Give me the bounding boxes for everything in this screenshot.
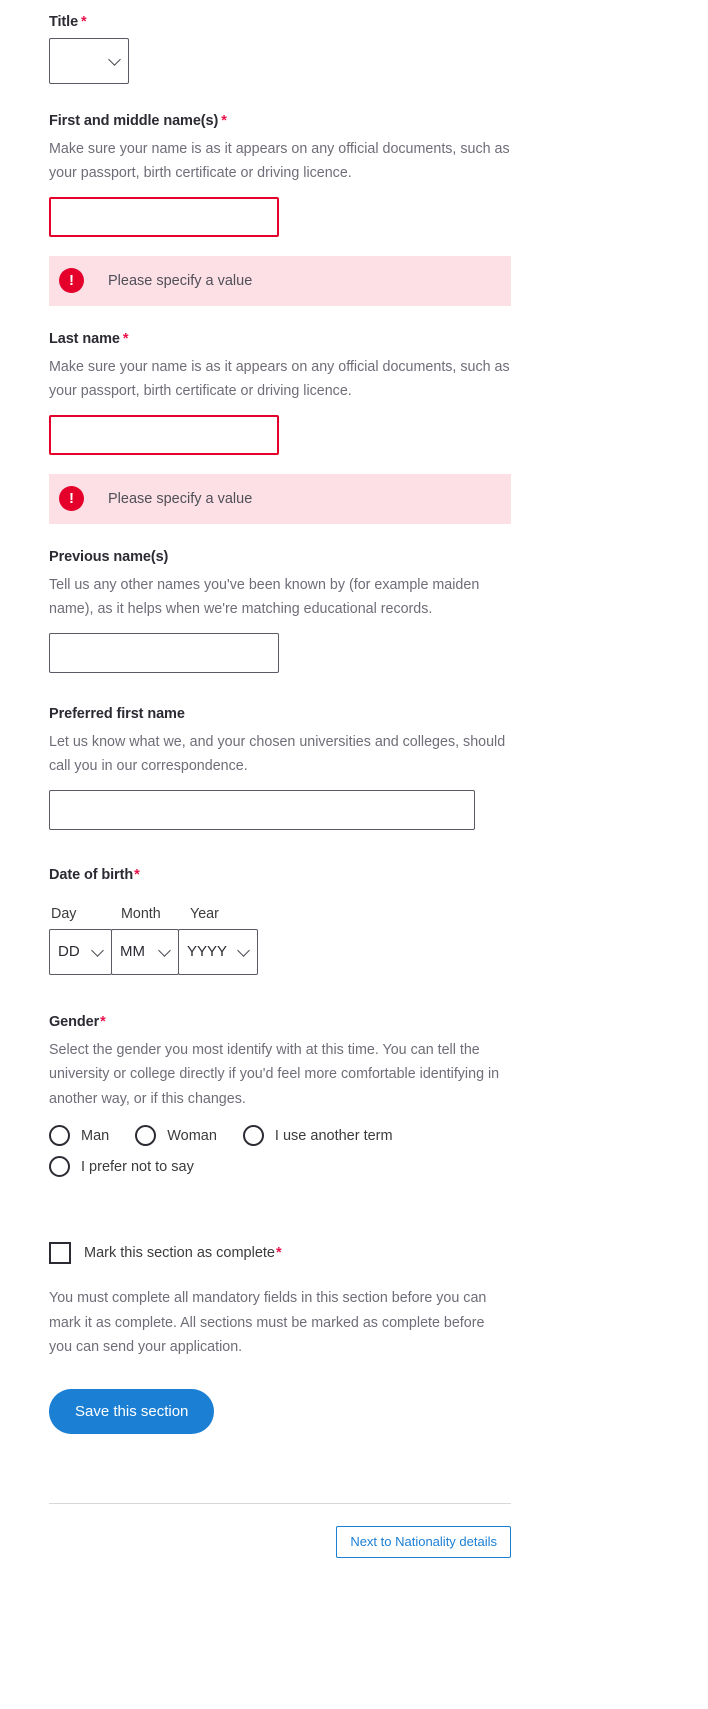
error-exclamation-icon: ! (59, 486, 84, 512)
mark-complete-label: Mark this section as complete* (84, 1245, 282, 1261)
form-container: Title * First and middle name(s) * Make su… (0, 0, 708, 1558)
label-date-of-birth: Date of birth* (49, 866, 659, 885)
gender-radio-row-1: Man Woman I use another term (49, 1125, 659, 1147)
label-first-name-text: First and middle name(s) (49, 112, 219, 129)
previous-names-input[interactable] (49, 632, 279, 673)
gender-radio-row-2: I prefer not to say (49, 1156, 659, 1178)
gender-option-another-term[interactable]: I use another term (242, 1125, 393, 1147)
first-name-input[interactable] (49, 196, 279, 237)
mark-complete-label-text: Mark this section as complete (84, 1245, 275, 1262)
error-message-last-name: Please specify a value (108, 490, 253, 507)
gender-option-man[interactable]: Man (49, 1125, 110, 1147)
footer-navigation: Next to Nationality details (49, 1526, 511, 1558)
dob-year-select-shell[interactable]: YYYY (178, 928, 258, 975)
dob-day-label: Day (51, 905, 77, 922)
label-previous-names-text: Previous name(s) (49, 548, 169, 565)
footer-divider (49, 1503, 511, 1504)
required-asterisk: * (221, 112, 227, 129)
radio-circle-icon[interactable] (135, 1125, 157, 1147)
required-asterisk: * (122, 330, 129, 347)
title-select-shell[interactable] (49, 37, 129, 84)
label-last-name: Last name * (49, 330, 659, 349)
field-date-of-birth: Date of birth* Day DD Month MM Year YYYY (49, 866, 659, 975)
dob-month-select[interactable]: MM (111, 928, 179, 975)
field-first-name: First and middle name(s) * Make sure your… (49, 112, 659, 306)
dob-year-group: Year YYYY (178, 905, 258, 975)
mark-complete-note: You must complete all mandatory fields i… (49, 1290, 487, 1356)
dob-year-label: Year (190, 905, 219, 922)
hint-last-name: Make sure your name is as it appears on … (49, 358, 510, 400)
dob-day-select[interactable]: DD (49, 928, 112, 975)
field-previous-names: Previous name(s) Tell us any other names… (49, 548, 659, 673)
mark-complete-checkbox-row[interactable]: Mark this section as complete* (49, 1242, 659, 1265)
label-gender-text: Gender (49, 1013, 100, 1030)
hint-gender: Select the gender you most identify with… (49, 1041, 500, 1107)
required-asterisk: * (81, 14, 87, 30)
label-date-of-birth-text: Date of birth (49, 866, 134, 883)
label-last-name-text: Last name (49, 330, 120, 347)
gender-radio-group: Man Woman I use another term I prefer no… (49, 1125, 659, 1178)
date-of-birth-row: Day DD Month MM Year YYYY (49, 906, 659, 975)
dob-month-select-shell[interactable]: MM (111, 928, 179, 975)
gender-option-prefer-not-to-say-label: I prefer not to say (81, 1158, 194, 1175)
checkbox-icon[interactable] (49, 1242, 71, 1265)
error-message-first-name: Please specify a value (108, 272, 253, 289)
dob-day-select-shell[interactable]: DD (49, 928, 112, 975)
hint-preferred-first-name: Let us know what we, and your chosen uni… (49, 733, 506, 775)
required-asterisk: * (100, 1013, 106, 1030)
field-gender: Gender* Select the gender you most ident… (49, 1013, 659, 1178)
label-title-text: Title (49, 14, 79, 30)
required-asterisk: * (134, 866, 140, 883)
last-name-input[interactable] (49, 414, 279, 455)
dob-year-select[interactable]: YYYY (178, 928, 258, 975)
personal-details-form-page: Title * First and middle name(s) * Make su… (0, 0, 708, 1709)
label-previous-names: Previous name(s) (49, 548, 659, 567)
field-preferred-first-name: Preferred first name Let us know what we… (49, 705, 659, 830)
label-preferred-first-name-text: Preferred first name (49, 705, 185, 722)
field-mark-complete: Mark this section as complete* You must … (49, 1242, 659, 1360)
gender-option-prefer-not-to-say[interactable]: I prefer not to say (49, 1156, 194, 1178)
save-this-section-button[interactable]: Save this section (49, 1389, 215, 1434)
required-asterisk: * (276, 1245, 282, 1262)
title-select[interactable] (49, 37, 129, 84)
gender-option-woman[interactable]: Woman (135, 1125, 217, 1147)
field-last-name: Last name * Make sure your name is as it … (49, 330, 659, 524)
label-first-name: First and middle name(s) * (49, 112, 659, 131)
gender-option-man-label: Man (81, 1127, 110, 1144)
label-gender: Gender* (49, 1013, 659, 1032)
dob-month-group: Month MM (111, 905, 179, 975)
label-title: Title * (49, 13, 659, 32)
radio-circle-icon[interactable] (49, 1125, 70, 1147)
label-preferred-first-name: Preferred first name (49, 705, 659, 724)
radio-circle-icon[interactable] (242, 1125, 264, 1147)
gender-option-woman-label: Woman (167, 1127, 217, 1144)
dob-day-group: Day DD (49, 906, 112, 975)
error-banner-first-name: ! Please specify a value (49, 255, 511, 306)
next-to-nationality-details-button[interactable]: Next to Nationality details (336, 1526, 511, 1558)
gender-option-another-term-label: I use another term (274, 1127, 393, 1144)
error-banner-last-name: ! Please specify a value (49, 473, 511, 524)
hint-previous-names: Tell us any other names you've been know… (49, 576, 480, 618)
error-exclamation-icon: ! (59, 268, 84, 294)
dob-month-label: Month (121, 905, 161, 922)
field-title: Title * (49, 13, 659, 84)
radio-circle-icon[interactable] (49, 1156, 70, 1178)
hint-first-name: Make sure your name is as it appears on … (49, 140, 510, 182)
preferred-first-name-input[interactable] (49, 789, 475, 830)
